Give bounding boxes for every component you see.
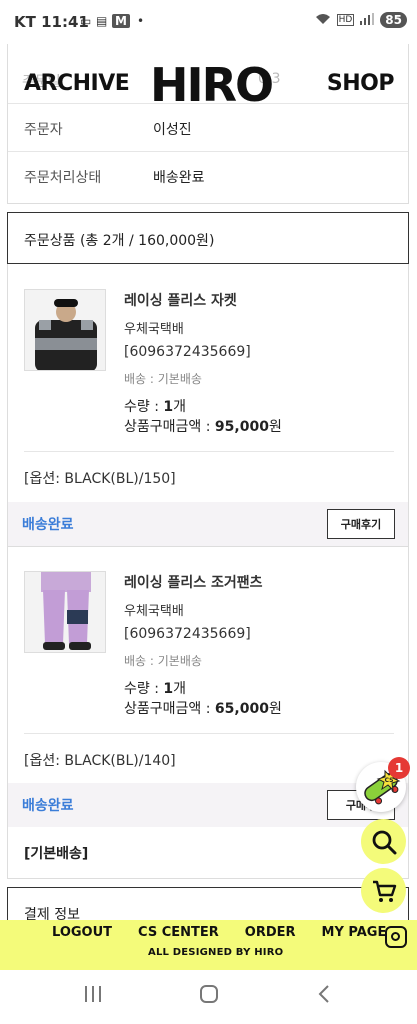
courier: 우체국택배 xyxy=(124,322,184,337)
quantity: 수량 : 1개 xyxy=(124,399,187,415)
home-icon[interactable] xyxy=(198,984,220,1010)
calendar-icon: ▤ xyxy=(96,14,108,28)
search-button[interactable] xyxy=(361,819,406,864)
footer-order-link[interactable]: ORDER xyxy=(245,925,296,940)
shipping-method: 배송 : 기본배송 xyxy=(124,654,202,668)
wifi-icon xyxy=(315,13,331,28)
site-header: ARCHIVE HIRO SHOP xyxy=(0,44,417,124)
hd-icon: HD xyxy=(336,14,355,26)
recent-apps-icon[interactable] xyxy=(82,984,104,1010)
order-status-label: 주문처리상태 xyxy=(24,170,102,186)
product-price: 상품구매금액 : 95,000원 xyxy=(124,419,282,435)
status-bar: KT 11:41 ▭ ▤ M • HD 85 xyxy=(0,0,417,44)
footer-cs-center-link[interactable]: CS CENTER xyxy=(138,925,219,940)
product-item: 레이싱 플리스 자켓 우체국택배 [6096372435669] 배송 : 기본… xyxy=(7,264,409,502)
cart-icon xyxy=(372,880,396,902)
product-name[interactable]: 레이싱 플리스 조거팬츠 xyxy=(124,572,263,592)
payment-section: 결제 정보 xyxy=(7,887,409,920)
divider xyxy=(24,451,394,452)
product-option: [옵션: BLACK(BL)/150] xyxy=(24,471,176,487)
notification-badge: 1 xyxy=(388,757,410,779)
divider xyxy=(8,151,408,152)
product-name[interactable]: 레이싱 플리스 자켓 xyxy=(124,290,237,310)
voicemail-icon: ▭ xyxy=(80,14,92,28)
product-thumbnail[interactable] xyxy=(24,289,106,371)
footer-links: LOGOUT CS CENTER ORDER MY PAGE xyxy=(52,925,386,940)
delivery-status-bar: 배송완료 구매후 xyxy=(7,783,409,827)
footer-credit: ALL DESIGNED BY HIRO xyxy=(148,947,284,958)
tracking-number[interactable]: [6096372435669] xyxy=(124,626,251,642)
courier: 우체국택배 xyxy=(124,604,184,619)
order-status-value: 배송완료 xyxy=(153,170,205,186)
cs-label: CS xyxy=(385,777,394,784)
hiro-logo[interactable]: HIRO xyxy=(150,58,274,112)
search-icon xyxy=(372,830,396,854)
system-navigation-bar xyxy=(0,970,417,1024)
products-section-title: 주문상품 (총 2개 / 160,000원) xyxy=(7,212,409,264)
write-review-button[interactable]: 구매후기 xyxy=(327,509,395,539)
product-price: 상품구매금액 : 65,000원 xyxy=(124,701,282,717)
shipping-method: 배송 : 기본배송 xyxy=(124,372,202,386)
back-icon[interactable] xyxy=(314,984,336,1010)
shipping-group: [기본배송] xyxy=(7,827,409,879)
nav-archive-link[interactable]: ARCHIVE xyxy=(24,71,130,96)
battery-indicator: 85 xyxy=(380,12,407,28)
signal-icon xyxy=(360,12,375,28)
product-item: 레이싱 플리스 조거팬츠 우체국택배 [6096372435669] 배송 : … xyxy=(7,546,409,783)
divider xyxy=(24,733,394,734)
nav-shop-link[interactable]: SHOP xyxy=(327,71,395,96)
status-time: KT 11:41 xyxy=(14,13,89,31)
footer-logout-link[interactable]: LOGOUT xyxy=(52,925,112,940)
shipping-group-label: [기본배송] xyxy=(24,846,89,862)
product-option: [옵션: BLACK(BL)/140] xyxy=(24,753,176,769)
payment-section-title: 결제 정보 xyxy=(24,907,80,920)
site-footer: LOGOUT CS CENTER ORDER MY PAGE ALL DESIG… xyxy=(0,920,417,970)
delivery-status-bar: 배송완료 구매후기 xyxy=(7,502,409,546)
quantity: 수량 : 1개 xyxy=(124,681,187,697)
footer-my-page-link[interactable]: MY PAGE xyxy=(322,925,387,940)
cart-button[interactable] xyxy=(361,868,406,913)
app-notification-icon: M xyxy=(112,14,130,28)
delivery-status: 배송완료 xyxy=(22,798,74,814)
product-thumbnail[interactable] xyxy=(24,571,106,653)
more-dot-icon: • xyxy=(137,14,145,28)
tracking-number[interactable]: [6096372435669] xyxy=(124,344,251,360)
instagram-icon[interactable] xyxy=(385,926,407,948)
delivery-status: 배송완료 xyxy=(22,517,74,533)
order-detail-page: 주문일 0:3 주문자 이성진 주문처리상태 배송완료 주문상품 (총 2개 /… xyxy=(0,44,417,920)
